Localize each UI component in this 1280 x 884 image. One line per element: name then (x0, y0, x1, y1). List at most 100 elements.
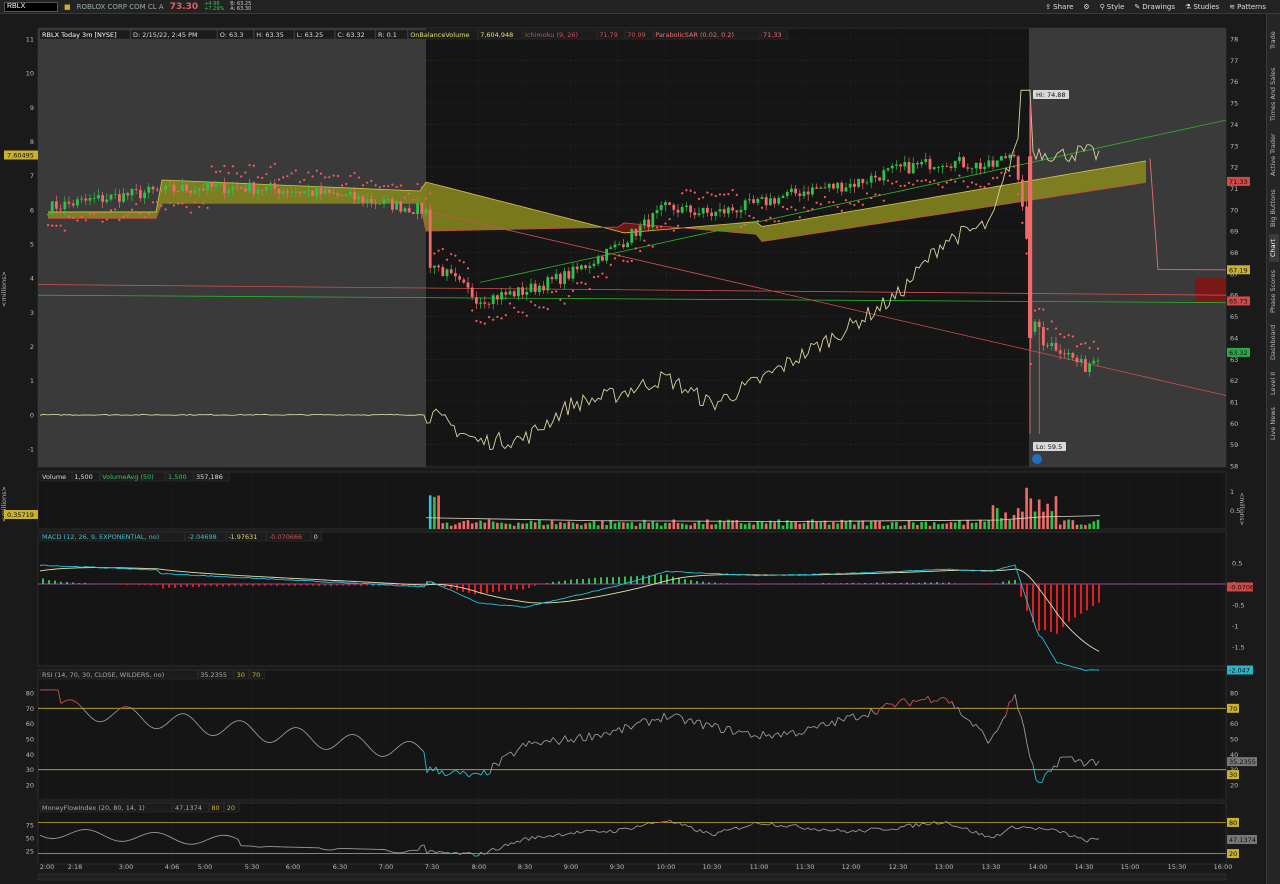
candle-body (193, 190, 197, 193)
last-price: 73.30 (169, 1, 199, 12)
candle-body (302, 191, 306, 194)
ichimoku-cloud-segment (408, 190, 414, 204)
volume-bar (609, 519, 613, 529)
candle-body (911, 163, 915, 174)
volume-bar (525, 523, 529, 529)
candle-body (559, 273, 562, 284)
price-tick-label: 64 (1230, 334, 1238, 342)
tab-phase-scores[interactable]: Phase Scores (1269, 266, 1279, 316)
macd-histogram-bar (498, 584, 500, 592)
macd-histogram-bar (666, 574, 668, 584)
ichimoku-cloud-segment (924, 197, 930, 217)
candle-body (1067, 353, 1070, 355)
rsi-left-tick-label: 60 (26, 720, 34, 728)
volume-bar (815, 521, 818, 529)
macd-histogram-bar (714, 582, 716, 584)
rsi-line-segment (1059, 756, 1064, 759)
tab-trade[interactable]: Trade (1269, 20, 1279, 60)
mfi-line-segment (657, 821, 662, 824)
candle-body (441, 267, 445, 277)
sar-dot (991, 177, 995, 180)
sar-dot (966, 185, 969, 188)
sar-dot (928, 180, 932, 184)
sar-dot (168, 201, 171, 204)
lo-label: Lo: 59.5 (1036, 443, 1062, 451)
sar-dot (718, 193, 722, 196)
sar-dot (122, 215, 125, 218)
ichimoku-cloud-segment (444, 186, 450, 231)
sar-dot (189, 211, 192, 214)
studies-button[interactable]: ⚗ Studies (1185, 3, 1219, 11)
candle-body (496, 295, 499, 300)
style-button[interactable]: ⚲ Style (1100, 3, 1125, 11)
sar-dot (760, 206, 764, 209)
mfi-line-segment (954, 825, 959, 828)
macd-histogram-bar (990, 584, 992, 585)
tab-big-buttons[interactable]: Big Buttons (1269, 186, 1279, 230)
candle-body (542, 285, 545, 291)
tab-active-trader[interactable]: Active Trader (1269, 128, 1279, 182)
rsi-marker-label: 70 (1229, 705, 1237, 713)
candle-body (1071, 353, 1075, 358)
drawings-button[interactable]: ✎ Drawings (1134, 3, 1175, 11)
candle-body (655, 210, 659, 214)
sar-dot (655, 226, 659, 229)
sar-dot (374, 184, 377, 187)
tab-dashboard[interactable]: Dashboard (1269, 320, 1279, 364)
chart-area[interactable]: Hi: 74.88Lo: 59.5 7877767574737271706968… (0, 14, 1266, 884)
sar-dot (618, 254, 621, 257)
volume-bar (1075, 524, 1079, 529)
volume-bar (701, 524, 705, 529)
time-tick-label: 14:00 (1029, 863, 1048, 871)
panel-header-text: 70 (252, 671, 260, 679)
candle-body (361, 196, 365, 203)
tab-chart[interactable]: Chart (1269, 234, 1279, 262)
sar-dot (941, 186, 944, 189)
patterns-icon: ≋ (1229, 3, 1236, 11)
candle-body (370, 199, 373, 203)
sar-dot (483, 322, 486, 325)
sar-dot (55, 224, 58, 227)
ichimoku-cloud-segment (1128, 163, 1134, 186)
settings-button[interactable]: ⚙ (1083, 3, 1089, 11)
volume-bar (441, 523, 445, 529)
tab-times-and-sales[interactable]: Times And Sales (1269, 64, 1279, 124)
sar-dot (613, 257, 617, 260)
candle-body (643, 219, 646, 226)
volume-bar (748, 522, 751, 529)
mfi-line-segment (87, 829, 92, 831)
sar-dot (916, 179, 919, 182)
candle-body (122, 193, 125, 202)
patterns-button[interactable]: ≋ Patterns (1229, 3, 1266, 11)
tab-level-ii[interactable]: Level II (1269, 368, 1279, 398)
candle-body (416, 203, 419, 215)
candle-body (638, 225, 642, 236)
sar-dot (504, 313, 507, 317)
volume-bar (571, 522, 575, 529)
candle-body (769, 198, 772, 206)
lock-icon[interactable]: ■ (64, 3, 71, 11)
candle-body (563, 271, 566, 284)
macd-histogram-bar (672, 576, 674, 584)
candle-body (151, 186, 155, 190)
volume-bar (479, 520, 482, 529)
sar-dot (429, 192, 432, 195)
sar-dot (378, 186, 381, 189)
symbol-input[interactable] (4, 1, 58, 12)
candle-body (710, 212, 713, 216)
volume-bar (575, 523, 579, 529)
sar-dot (529, 300, 533, 303)
sar-dot (76, 219, 79, 222)
time-tick-label: 6:00 (286, 863, 301, 871)
price-tick-label: 69 (1230, 228, 1238, 236)
tab-live-news[interactable]: Live News (1269, 402, 1279, 446)
sar-dot (912, 183, 915, 186)
volume-bar (1088, 523, 1091, 529)
macd-histogram-bar (354, 584, 356, 586)
macd-histogram-bar (246, 584, 248, 586)
rsi-line-segment (675, 713, 680, 716)
sar-dot (349, 174, 352, 178)
candle-body (1084, 359, 1087, 372)
sar-dot (739, 225, 743, 229)
share-button[interactable]: ⇪ Share (1045, 3, 1073, 11)
